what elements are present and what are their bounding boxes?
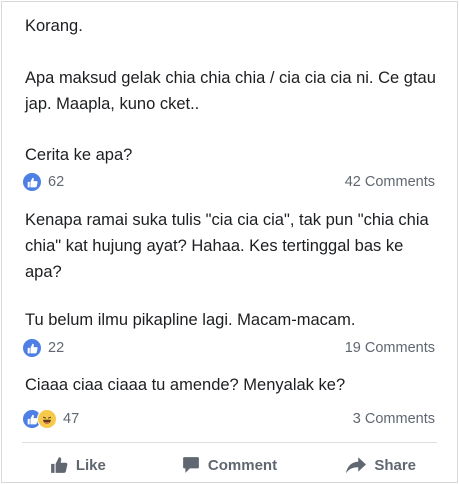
thumbs-up-icon <box>50 457 68 473</box>
share-label: Share <box>374 456 417 474</box>
comment-count-link[interactable]: 3 Comments <box>353 411 435 427</box>
post-action-bar: Like Comment Share <box>2 448 457 482</box>
comment-count-link[interactable]: 19 Comments <box>345 340 435 356</box>
comment-button[interactable]: Comment <box>154 448 306 482</box>
like-label: Like <box>75 456 106 474</box>
reaction-summary[interactable]: 62 <box>22 172 64 192</box>
post-line-ciaaa: Ciaaa ciaa ciaaa tu amende? Menyalak ke? <box>25 376 346 394</box>
share-button[interactable]: Share <box>305 448 457 482</box>
like-reaction-icon <box>22 172 42 192</box>
actions-divider <box>22 442 437 443</box>
share-arrow-icon <box>346 457 367 474</box>
post-meta-2: 22 19 Comments <box>22 336 435 360</box>
post-meta-1: 62 42 Comments <box>22 170 435 194</box>
post-line-cerita: Cerita ke apa? <box>25 146 133 164</box>
reaction-count: 47 <box>63 411 80 427</box>
comment-bubble-icon <box>183 457 199 473</box>
like-button[interactable]: Like <box>2 448 154 482</box>
post-card: Korang. Apa maksud gelak chia chia chia … <box>1 1 458 483</box>
reaction-count: 22 <box>48 340 65 356</box>
post-line-kenapa: Kenapa ramai suka tulis "cia cia cia", t… <box>25 211 429 281</box>
haha-reaction-icon <box>37 409 57 429</box>
reaction-summary[interactable]: 47 <box>22 409 79 429</box>
comment-count-link[interactable]: 42 Comments <box>345 174 435 190</box>
post-meta-3: 47 3 Comments <box>22 407 435 431</box>
reaction-count: 62 <box>48 174 65 190</box>
comment-label: Comment <box>207 456 278 474</box>
post-line-ilmu: Tu belum ilmu pikapline lagi. Macam-maca… <box>25 311 356 329</box>
reaction-summary[interactable]: 22 <box>22 338 64 358</box>
like-reaction-icon <box>22 338 42 358</box>
post-line-korang: Korang. <box>25 17 83 35</box>
post-line-question: Apa maksud gelak chia chia chia / cia ci… <box>25 69 436 113</box>
